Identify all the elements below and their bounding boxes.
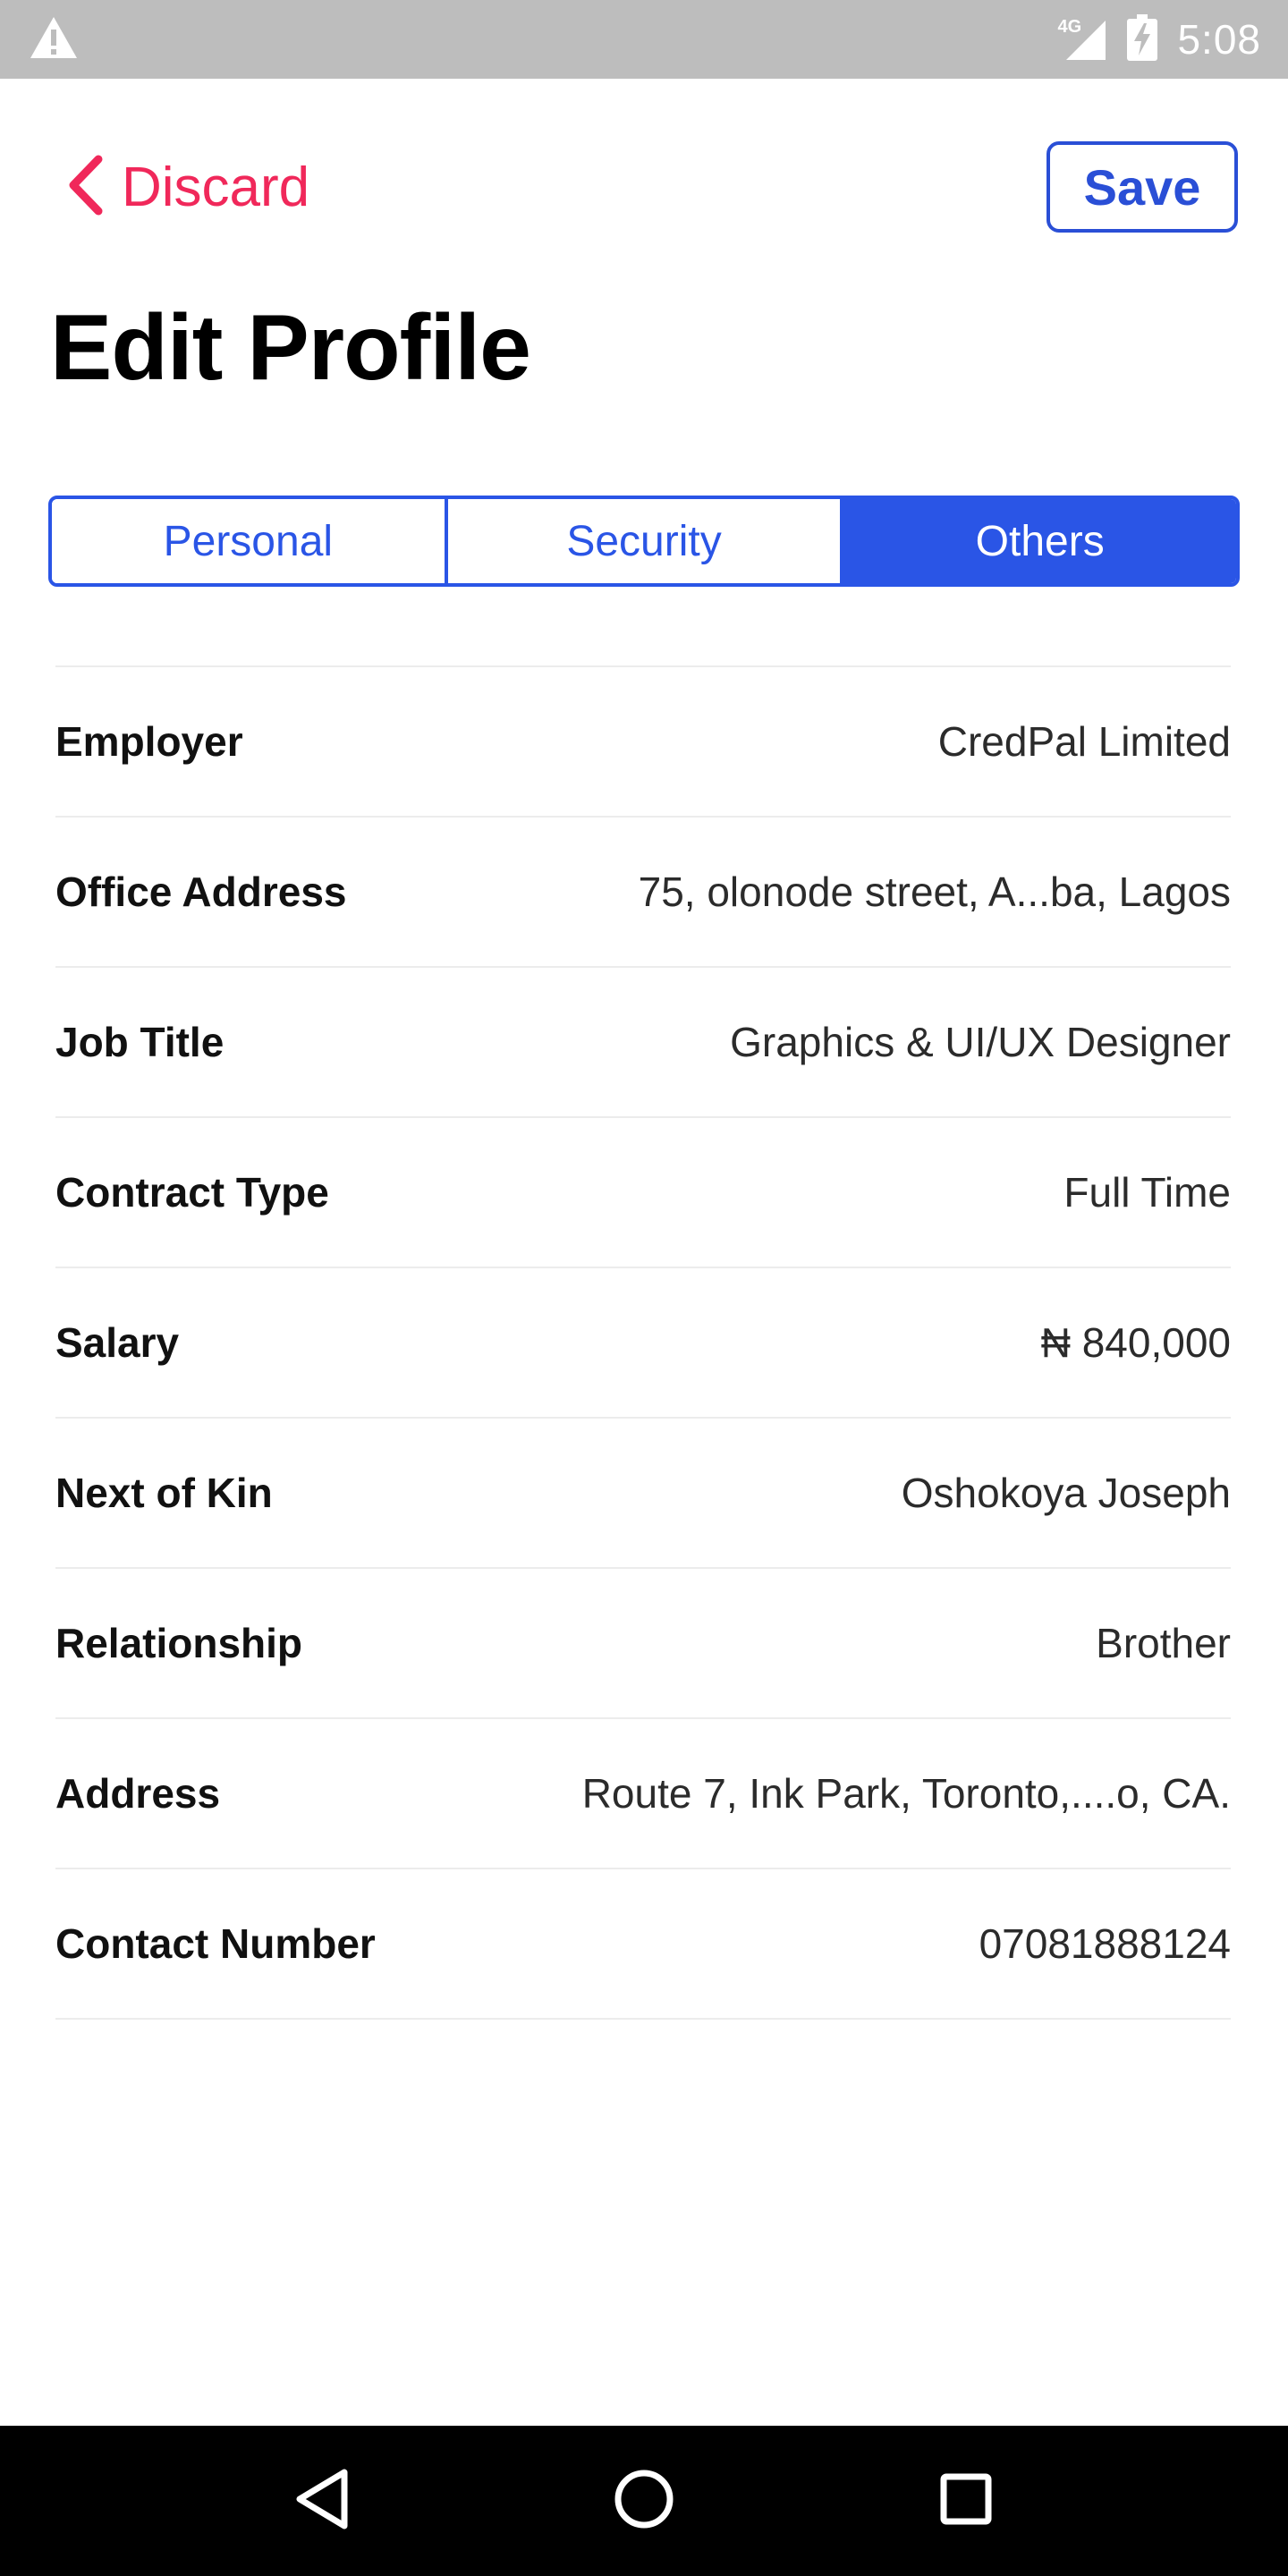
field-row-office-address[interactable]: Office Address 75, olonode street, A...b… [55,818,1231,968]
field-label: Contact Number [55,1920,376,1967]
field-label: Job Title [55,1019,225,1065]
field-value: CredPal Limited [937,718,1231,765]
nav-home-button[interactable] [590,2447,698,2555]
field-label: Office Address [55,869,347,915]
recents-square-icon [938,2471,994,2531]
field-value: Graphics & UI/UX Designer [730,1019,1231,1065]
field-label: Address [55,1770,221,1817]
field-label: Employer [55,718,243,765]
field-row-relationship[interactable]: Relationship Brother [55,1569,1231,1719]
profile-tabs: Personal Security Others [48,496,1240,587]
field-row-address[interactable]: Address Route 7, Ink Park, Toronto,....o… [55,1719,1231,1869]
status-bar: 4G 5:08 [0,0,1288,79]
home-circle-icon [613,2468,675,2535]
system-nav-bar [0,2426,1288,2576]
nav-back-button[interactable] [268,2447,376,2555]
field-row-contract-type[interactable]: Contract Type Full Time [55,1118,1231,1268]
status-right: 4G 5:08 [1057,13,1261,65]
status-time: 5:08 [1177,16,1261,63]
status-left [29,15,79,64]
field-row-job-title[interactable]: Job Title Graphics & UI/UX Designer [55,968,1231,1118]
field-value: Route 7, Ink Park, Toronto,....o, CA. [581,1770,1231,1817]
field-label: Salary [55,1319,180,1366]
tab-others[interactable]: Others [840,499,1236,583]
page-title: Edit Profile [50,296,531,400]
tab-personal[interactable]: Personal [52,499,445,583]
discard-label: Discard [122,157,310,218]
profile-fields-list: Employer CredPal Limited Office Address … [55,665,1231,2020]
edit-profile-screen: 4G 5:08 Discard Save Edit Profile Person… [0,0,1288,2576]
field-row-contact-number[interactable]: Contact Number 07081888124 [55,1869,1231,2020]
field-value: Brother [1096,1620,1231,1666]
field-label: Next of Kin [55,1470,273,1516]
field-row-employer[interactable]: Employer CredPal Limited [55,667,1231,818]
back-triangle-icon [292,2467,352,2536]
battery-charging-icon [1127,13,1158,65]
warning-icon [29,15,79,64]
tab-security[interactable]: Security [444,499,841,583]
field-value: Oshokoya Joseph [901,1470,1231,1516]
field-value: 75, olonode street, A...ba, Lagos [638,869,1231,915]
field-value: Full Time [1063,1169,1231,1216]
field-value: 07081888124 [979,1920,1231,1967]
signal-icon: 4G [1057,17,1107,62]
save-button[interactable]: Save [1046,141,1238,233]
field-row-next-of-kin[interactable]: Next of Kin Oshokoya Joseph [55,1419,1231,1569]
field-label: Relationship [55,1620,303,1666]
field-value: ₦ 840,000 [1040,1319,1231,1366]
field-label: Contract Type [55,1169,329,1216]
chevron-left-icon [64,154,106,221]
header: Discard Save [0,79,1288,293]
discard-button[interactable]: Discard [64,154,309,221]
nav-recents-button[interactable] [912,2447,1020,2555]
field-row-salary[interactable]: Salary ₦ 840,000 [55,1268,1231,1419]
